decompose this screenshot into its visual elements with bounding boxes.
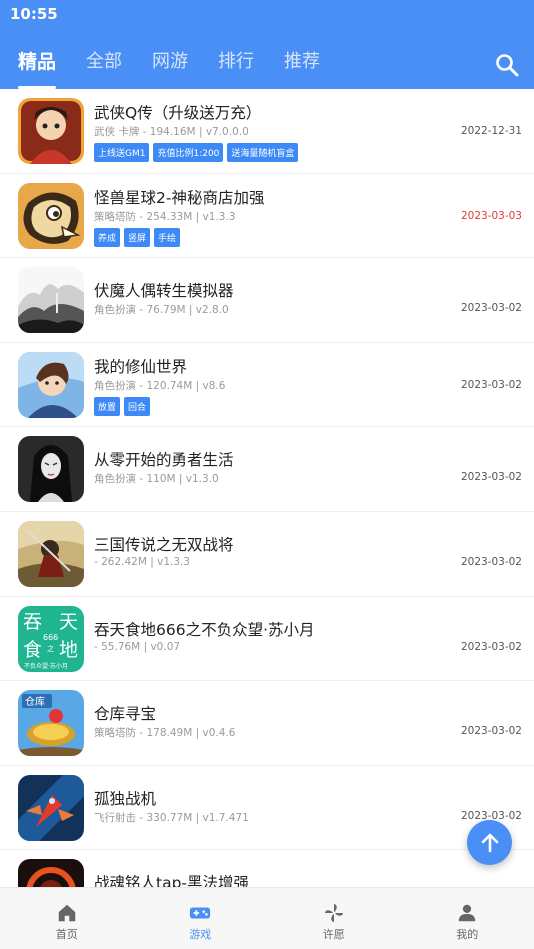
game-tag: 送海量随机盲盒	[227, 143, 299, 162]
icon-text: 天	[59, 611, 78, 633]
game-icon-sanguo	[18, 520, 84, 587]
tab-online[interactable]: 网游	[152, 48, 188, 89]
scroll-to-top-button[interactable]	[467, 820, 512, 865]
game-meta: 角色扮演 - 76.79M | v2.8.0	[94, 304, 229, 317]
icon-text: 666	[43, 633, 58, 642]
game-title: 三国传说之无双战将	[94, 535, 234, 554]
nav-profile[interactable]: 我的	[401, 888, 534, 949]
game-tag: 放置	[94, 396, 121, 416]
game-item[interactable]: 仓库 仓库寻宝 策略塔防 - 178.49M | v0.4.6 2023-03-…	[0, 681, 534, 766]
game-icon-zhanhun	[18, 859, 84, 887]
game-date: 2023-03-02	[460, 302, 522, 315]
game-date: 2023-03-02	[460, 555, 522, 568]
game-item[interactable]: 武侠Q传（升级送万充） 武侠 卡牌 - 194.16M | v7.0.0.0 上…	[0, 89, 534, 174]
game-icon-wuxia	[18, 98, 84, 164]
tab-all[interactable]: 全部	[86, 48, 122, 89]
game-title: 吞天食地666之不负众望·苏小月	[94, 620, 315, 639]
game-date: 2023-03-02	[460, 640, 522, 653]
game-title: 从零开始的勇者生活	[94, 451, 234, 470]
game-meta: 策略塔防 - 254.33M | v1.3.3	[94, 210, 236, 223]
game-tags: 上线送GM1 充值比例1:200 送海量随机盲盒	[94, 143, 299, 162]
header: 10:55 精品 全部 网游 排行 推荐	[0, 0, 534, 89]
game-icon-cangku: 仓库	[18, 690, 84, 757]
game-meta: 角色扮演 - 120.74M | v8.6	[94, 379, 226, 392]
game-title: 怪兽星球2-神秘商店加强	[94, 188, 265, 207]
game-icon-xiuxian	[18, 351, 84, 418]
game-list: 武侠Q传（升级送万充） 武侠 卡牌 - 194.16M | v7.0.0.0 上…	[0, 89, 534, 887]
game-meta: - 262.42M | v1.3.3	[94, 555, 191, 568]
nav-games[interactable]: 游戏	[134, 888, 268, 949]
gamepad-icon	[190, 907, 211, 919]
nav-home[interactable]: 首页	[0, 888, 134, 949]
bottom-nav: 首页 游戏 许愿 我的	[0, 887, 534, 949]
game-date: 2023-03-03	[460, 209, 522, 222]
icon-text: 之	[47, 644, 54, 653]
game-item[interactable]: 三国传说之无双战将 - 262.42M | v1.3.3 2023-03-02	[0, 512, 534, 597]
game-icon-ink-painting	[18, 267, 84, 334]
game-item[interactable]: 战魂铭人tap-黑法增强	[0, 850, 534, 887]
game-item[interactable]: 我的修仙世界 角色扮演 - 120.74M | v8.6 放置 回合 2023-…	[0, 343, 534, 428]
game-meta: 角色扮演 - 110M | v1.3.0	[94, 473, 219, 486]
game-tags: 放置 回合	[94, 396, 151, 416]
icon-text: 地	[59, 639, 78, 661]
tab-recommend[interactable]: 推荐	[284, 48, 320, 89]
arrow-up-icon	[481, 833, 498, 852]
nav-label: 游戏	[189, 928, 212, 941]
game-date: 2023-03-02	[460, 378, 522, 391]
nav-label: 首页	[55, 928, 78, 941]
icon-text: 吞	[23, 611, 42, 633]
game-date: 2023-03-02	[460, 725, 522, 738]
game-icon-hero-life	[18, 436, 84, 503]
game-date: 2023-03-02	[460, 471, 522, 484]
game-tag: 养成	[94, 227, 121, 247]
icon-text: 仓库	[25, 695, 45, 708]
game-item[interactable]: 伏魔人偶转生模拟器 角色扮演 - 76.79M | v2.8.0 2023-03…	[0, 258, 534, 343]
icon-text: 食	[23, 639, 42, 661]
app-root: 10:55 精品 全部 网游 排行 推荐 武侠Q传（升级送万充） 武侠 卡牌 -…	[0, 0, 534, 949]
game-date: 2022-12-31	[460, 125, 522, 137]
game-item[interactable]: 吞 天 食 地 666 之 不负众望·苏小月 吞天食地666之不负众望·苏小月 …	[0, 597, 534, 682]
game-meta: - 55.76M | v0.07	[94, 640, 181, 653]
game-icon-tuntian: 吞 天 食 地 666 之 不负众望·苏小月	[18, 605, 84, 672]
game-tag: 上线送GM1	[94, 143, 150, 162]
game-title: 我的修仙世界	[94, 357, 188, 376]
game-title: 武侠Q传（升级送万充）	[94, 104, 262, 122]
nav-label: 许愿	[322, 928, 345, 941]
status-time: 10:55	[10, 5, 58, 23]
tab-ranking[interactable]: 排行	[218, 48, 254, 89]
home-icon	[58, 904, 75, 922]
game-icon-monster-planet	[18, 182, 84, 249]
nav-wish[interactable]: 许愿	[267, 888, 401, 949]
game-tag: 手绘	[154, 227, 181, 247]
nav-label: 我的	[456, 928, 479, 941]
game-tag: 竖屏	[124, 227, 151, 247]
game-meta: 飞行射击 - 330.77M | v1.7.471	[94, 811, 249, 824]
game-tag: 回合	[124, 396, 151, 416]
search-button[interactable]	[494, 52, 520, 78]
category-tabs: 精品 全部 网游 排行 推荐	[0, 48, 332, 89]
game-item[interactable]: 从零开始的勇者生活 角色扮演 - 110M | v1.3.0 2023-03-0…	[0, 427, 534, 512]
game-title: 伏魔人偶转生模拟器	[94, 282, 234, 301]
game-icon-fighter	[18, 774, 84, 841]
game-title: 仓库寻宝	[94, 705, 157, 724]
game-tag: 充值比例1:200	[153, 143, 224, 162]
user-icon	[459, 904, 476, 922]
game-tags: 养成 竖屏 手绘	[94, 227, 181, 247]
tab-featured[interactable]: 精品	[18, 48, 57, 89]
game-item[interactable]: 怪兽星球2-神秘商店加强 策略塔防 - 254.33M | v1.3.3 养成 …	[0, 174, 534, 259]
game-title: 战魂铭人tap-黑法增强	[94, 874, 250, 887]
icon-text: 不负众望·苏小月	[24, 662, 68, 670]
game-item[interactable]: 孤独战机 飞行射击 - 330.77M | v1.7.471 2023-03-0…	[0, 766, 534, 851]
game-title: 孤独战机	[94, 789, 157, 808]
pinwheel-icon	[324, 903, 343, 923]
search-icon	[496, 54, 519, 77]
game-meta: 策略塔防 - 178.49M | v0.4.6	[94, 727, 236, 740]
game-meta: 武侠 卡牌 - 194.16M | v7.0.0.0	[94, 126, 249, 138]
